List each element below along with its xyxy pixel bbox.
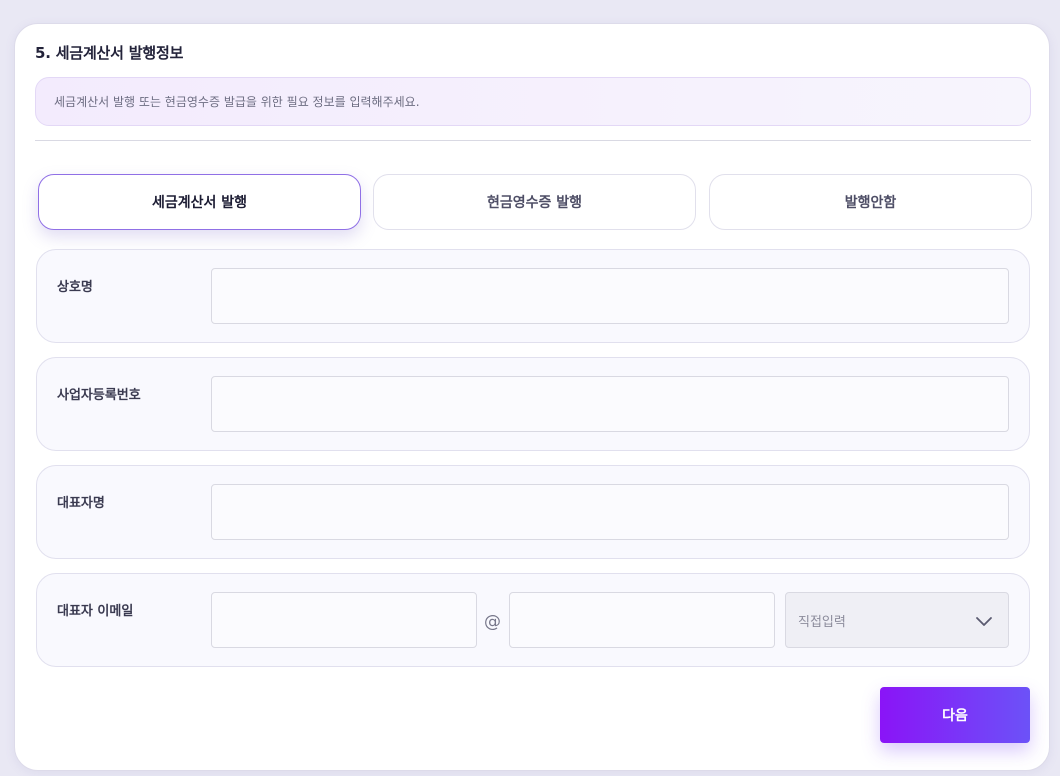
at-sign: @	[484, 612, 501, 632]
divider	[35, 140, 1031, 141]
representative-name-row: 대표자명	[36, 465, 1030, 559]
business-number-row: 사업자등록번호	[36, 357, 1030, 451]
tab-no-issue[interactable]: 발행안함	[709, 174, 1032, 230]
notice-banner: 세금계산서 발행 또는 현금영수증 발급을 위한 필요 정보를 입력해주세요.	[35, 77, 1031, 126]
chevron-down-icon	[976, 617, 992, 626]
business-number-label: 사업자등록번호	[57, 388, 141, 403]
email-local-input[interactable]	[211, 592, 477, 648]
representative-email-row: 대표자 이메일 @ 직접입력	[36, 573, 1030, 667]
representative-name-input[interactable]	[211, 484, 1009, 540]
company-name-label: 상호명	[57, 280, 93, 295]
representative-name-label: 대표자명	[57, 496, 105, 511]
tab-cash-receipt[interactable]: 현금영수증 발행	[373, 174, 696, 230]
email-domain-select[interactable]: 직접입력	[785, 592, 1009, 648]
company-name-row: 상호명	[36, 249, 1030, 343]
tab-tax-invoice[interactable]: 세금계산서 발행	[38, 174, 361, 230]
business-number-input[interactable]	[211, 376, 1009, 432]
section-title: 5. 세금계산서 발행정보	[35, 44, 184, 62]
representative-email-label: 대표자 이메일	[57, 604, 134, 619]
email-domain-input[interactable]	[509, 592, 775, 648]
next-button[interactable]: 다음	[880, 687, 1030, 743]
notice-text: 세금계산서 발행 또는 현금영수증 발급을 위한 필요 정보를 입력해주세요.	[54, 95, 420, 109]
company-name-input[interactable]	[211, 268, 1009, 324]
email-domain-select-value: 직접입력	[798, 614, 846, 630]
tax-invoice-card: 5. 세금계산서 발행정보 세금계산서 발행 또는 현금영수증 발급을 위한 필…	[14, 23, 1050, 771]
